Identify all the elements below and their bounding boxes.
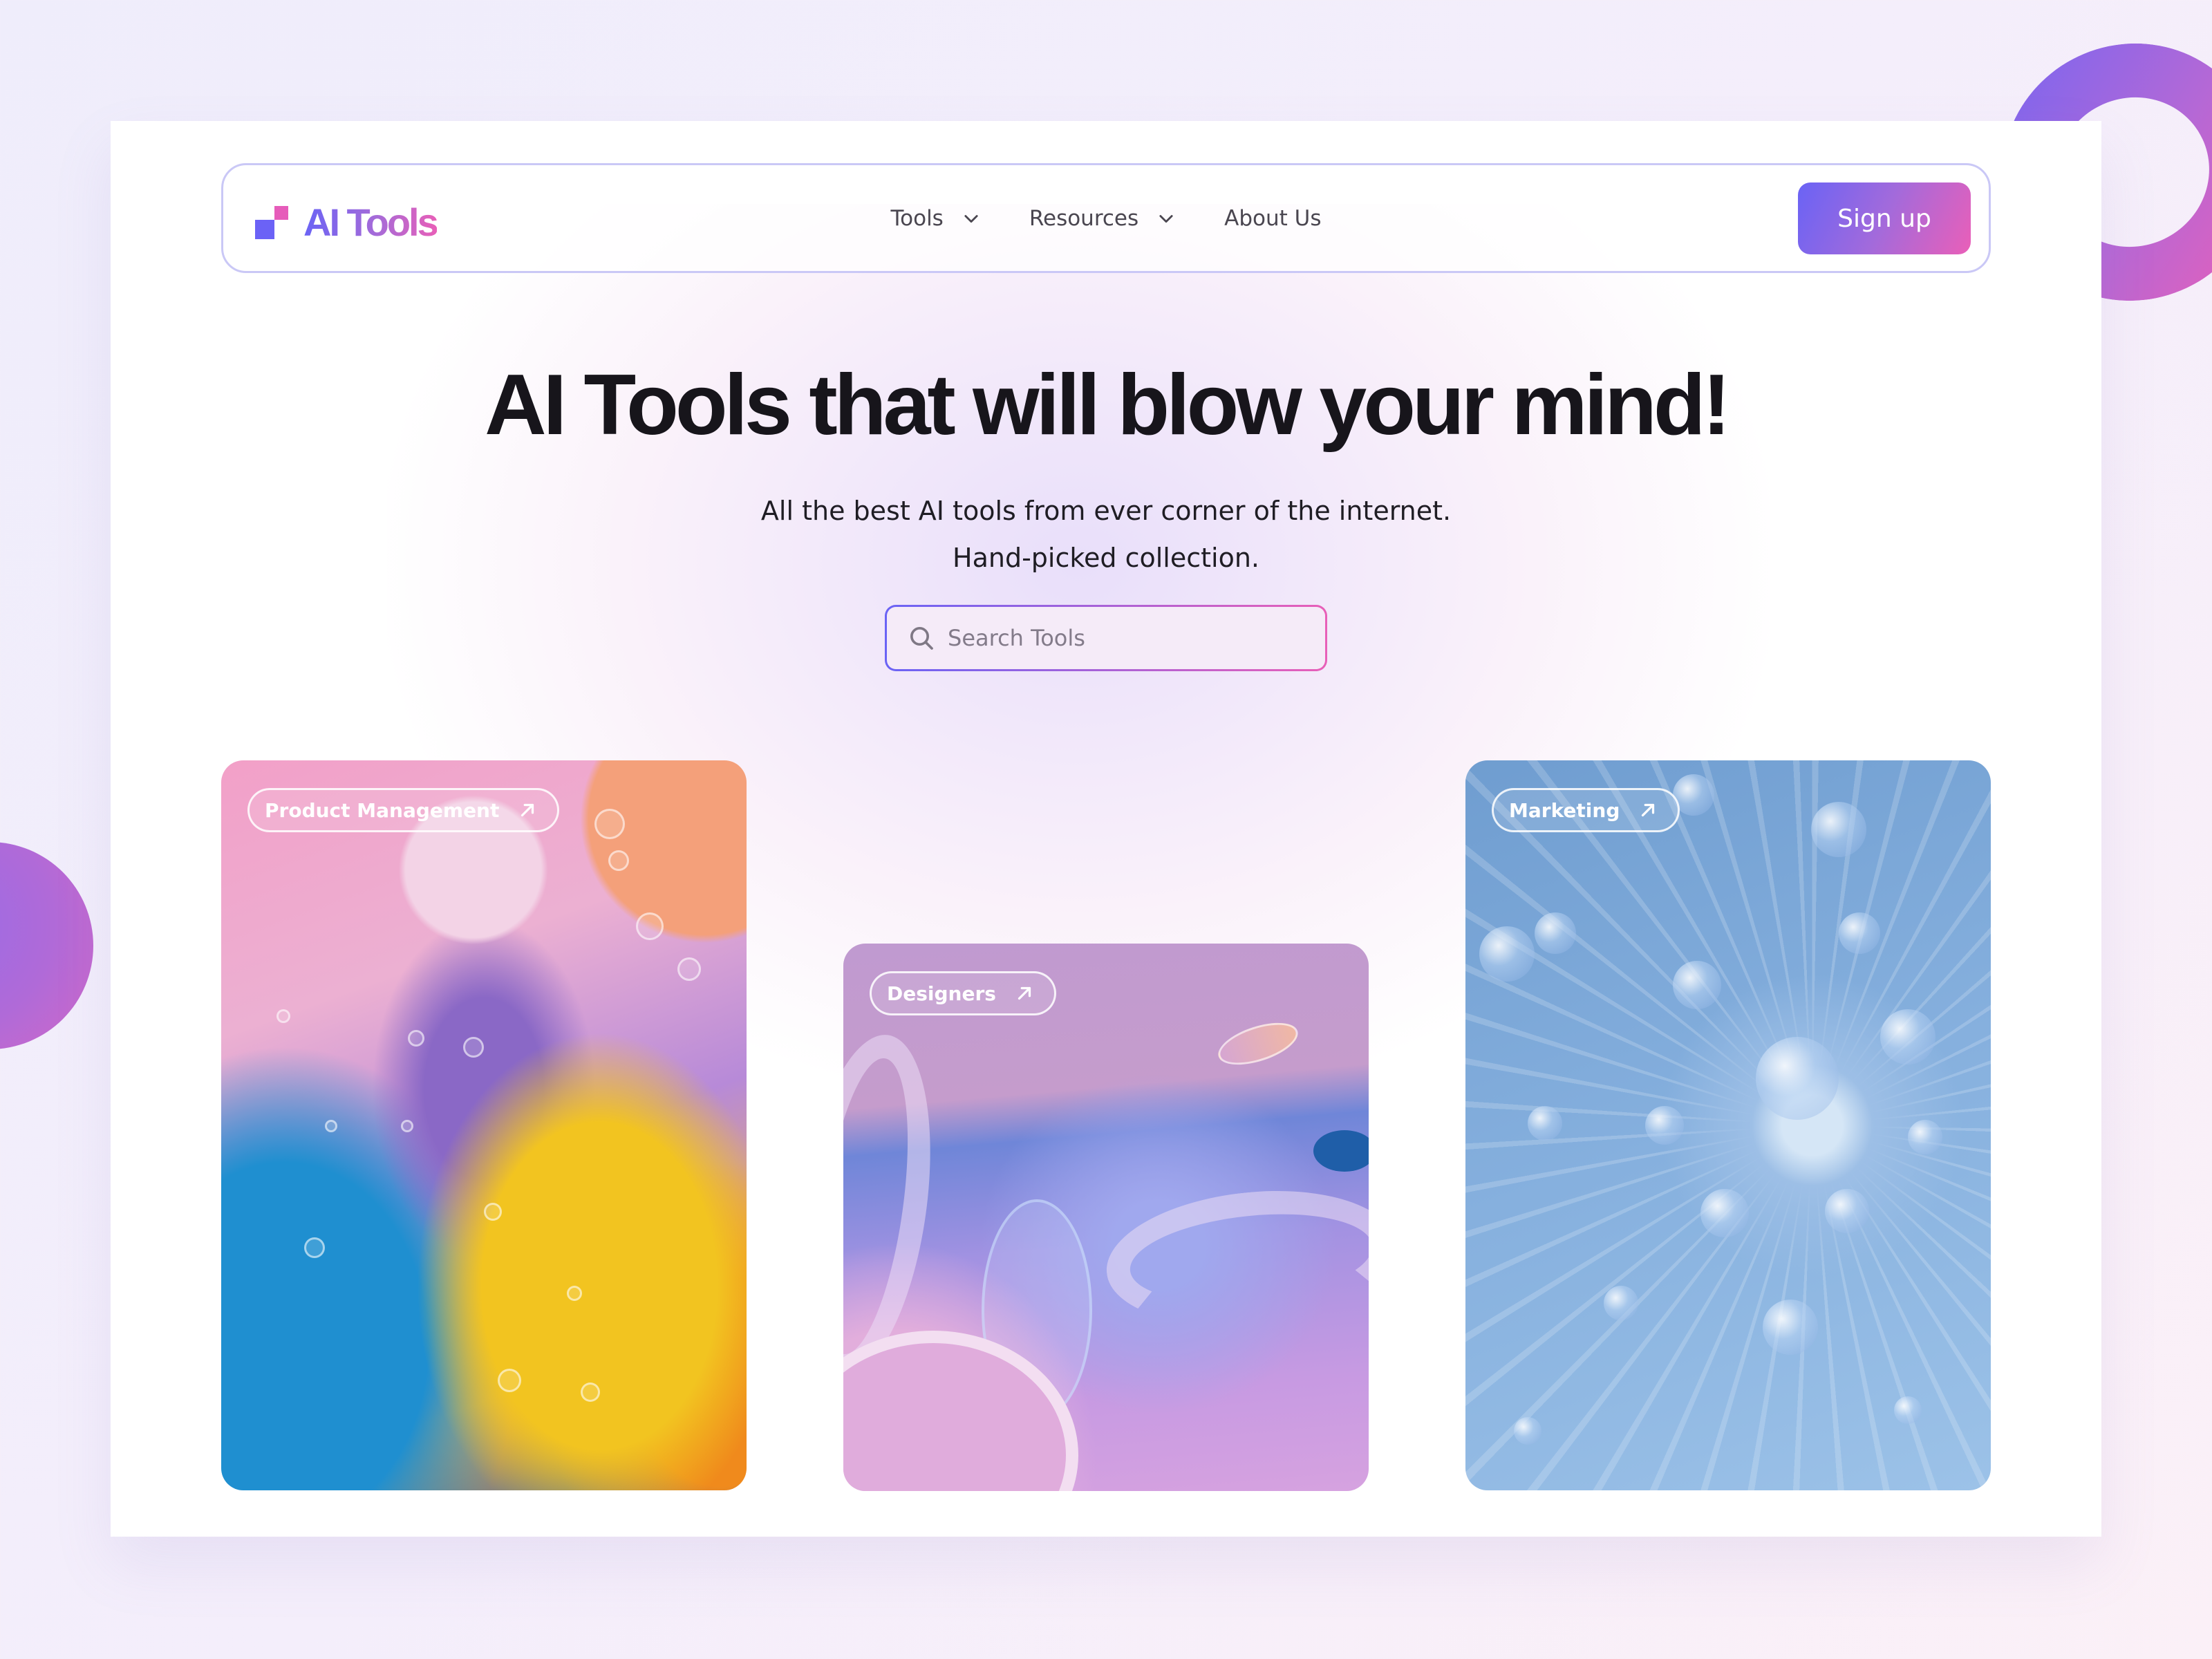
category-card-marketing[interactable]: Marketing	[1465, 760, 1991, 1490]
category-tag[interactable]: Designers	[870, 971, 1056, 1015]
category-tag-label: Designers	[887, 982, 996, 1005]
hero-subtitle-line-1: All the best AI tools from ever corner o…	[760, 496, 1452, 526]
signup-button[interactable]: Sign up	[1798, 182, 1971, 254]
nav-item-label: About Us	[1224, 205, 1322, 231]
chevron-down-icon	[1159, 214, 1173, 223]
category-tag[interactable]: Product Management	[247, 788, 560, 832]
arrow-up-right-icon	[521, 803, 534, 817]
logo-text: AI Tools	[303, 200, 439, 244]
nav-item-label: Resources	[1029, 205, 1139, 231]
logo[interactable]: AI Tools	[255, 200, 439, 245]
nav-item-label: Tools	[890, 205, 944, 231]
search-input[interactable]	[948, 625, 1293, 651]
decorative-sphere	[0, 842, 93, 1049]
search-field[interactable]	[887, 607, 1325, 669]
category-card-product-management[interactable]: Product Management	[221, 760, 747, 1490]
nav-item-resources[interactable]: Resources	[1029, 206, 1176, 231]
category-tag-label: Marketing	[1509, 798, 1620, 822]
nav-links: Tools Resources About Us	[223, 165, 1989, 271]
arrow-up-right-icon	[1018, 986, 1031, 1000]
hero-subtitle: All the best AI tools from ever corner o…	[111, 487, 2101, 581]
category-tag[interactable]: Marketing	[1492, 788, 1680, 832]
page-frame: Tools Resources About Us AI Tools Sign u…	[111, 121, 2101, 1537]
arrow-up-right-icon	[1642, 803, 1655, 817]
category-card-designers[interactable]: Designers	[843, 944, 1369, 1491]
nav-item-about-us[interactable]: About Us	[1224, 206, 1321, 231]
hero-subtitle-line-2: Hand-picked collection.	[953, 543, 1259, 573]
search-icon	[910, 627, 933, 650]
search-box	[885, 605, 1327, 671]
chevron-down-icon	[964, 214, 978, 223]
navbar: Tools Resources About Us AI Tools Sign u…	[221, 163, 1991, 273]
nav-item-tools[interactable]: Tools	[890, 206, 980, 231]
category-tag-label: Product Management	[265, 798, 500, 822]
logo-mark-icon	[255, 205, 288, 239]
hero-title: AI Tools that will blow your mind!	[485, 357, 1731, 453]
